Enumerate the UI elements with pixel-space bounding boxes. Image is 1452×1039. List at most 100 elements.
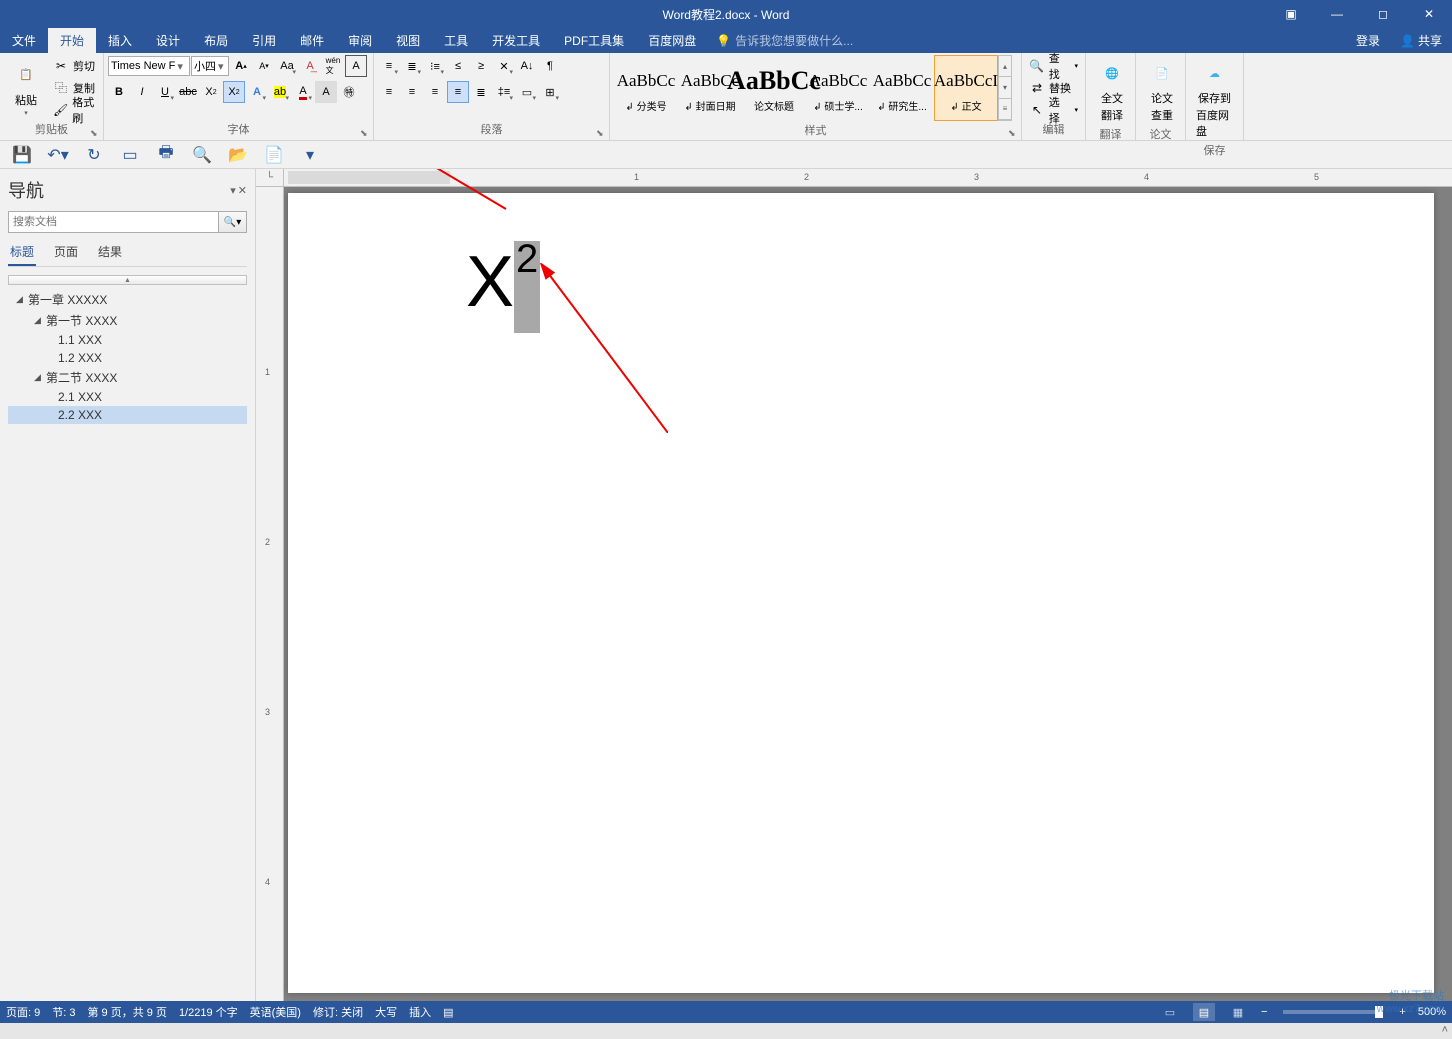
paste-button[interactable]: 📋 粘贴 ▾ bbox=[4, 57, 48, 119]
nav-node-2[interactable]: 1.1 XXX bbox=[8, 331, 247, 349]
justify-button[interactable]: ≡ bbox=[447, 81, 469, 103]
italic-button[interactable]: I bbox=[131, 81, 153, 103]
page[interactable]: X2 bbox=[288, 193, 1434, 993]
status-page[interactable]: 页面: 9 bbox=[6, 1004, 40, 1020]
login-button[interactable]: 登录 bbox=[1346, 32, 1390, 49]
tab-tools[interactable]: 工具 bbox=[432, 28, 480, 53]
qat-redo-icon[interactable]: ↻ bbox=[84, 145, 104, 165]
nav-node-0[interactable]: ◢第一章 XXXXX bbox=[8, 289, 247, 310]
status-word-count[interactable]: 1/2219 个字 bbox=[179, 1004, 238, 1020]
font-name-combo[interactable]: Times New F▾ bbox=[108, 56, 190, 76]
style-item-3[interactable]: AaBbCc↲ 硕士学... bbox=[806, 55, 870, 121]
zoom-level[interactable]: 500% bbox=[1418, 1006, 1446, 1018]
nav-tab-pages[interactable]: 页面 bbox=[52, 239, 80, 266]
save-cloud-button[interactable]: ☁保存到百度网盘 bbox=[1190, 55, 1239, 141]
align-center-button[interactable]: ≡ bbox=[401, 81, 423, 103]
nav-search-button[interactable]: 🔍▾ bbox=[218, 212, 246, 232]
web-layout-icon[interactable]: ▦ bbox=[1227, 1003, 1249, 1021]
zoom-in-button[interactable]: + bbox=[1399, 1006, 1405, 1018]
qat-print-icon[interactable]: 🖶 bbox=[156, 145, 176, 165]
asian-layout-button[interactable]: ✕ bbox=[493, 55, 515, 77]
tab-baidu[interactable]: 百度网盘 bbox=[636, 28, 708, 53]
shading-button[interactable]: ▭ bbox=[516, 81, 538, 103]
style-item-0[interactable]: AaBbCc↲ 分类号 bbox=[614, 55, 678, 121]
read-mode-icon[interactable]: ▭ bbox=[1159, 1003, 1181, 1021]
align-left-button[interactable]: ≡ bbox=[378, 81, 400, 103]
tab-pdf[interactable]: PDF工具集 bbox=[552, 28, 636, 53]
qat-open-icon[interactable]: 📂 bbox=[228, 145, 248, 165]
zoom-out-button[interactable]: − bbox=[1261, 1006, 1267, 1018]
tab-layout[interactable]: 布局 bbox=[192, 28, 240, 53]
font-size-combo[interactable]: 小四▾ bbox=[191, 56, 229, 76]
status-language[interactable]: 英语(美国) bbox=[250, 1004, 301, 1020]
qat-more-icon[interactable]: ▾ bbox=[300, 145, 320, 165]
nav-node-5[interactable]: 2.1 XXX bbox=[8, 388, 247, 406]
share-button[interactable]: 👤 共享 bbox=[1390, 32, 1452, 49]
decrease-indent-button[interactable]: ≤ bbox=[447, 55, 469, 77]
status-macro-icon[interactable]: ▤ bbox=[443, 1006, 453, 1019]
style-scroll-up[interactable]: ▴ bbox=[999, 56, 1011, 77]
sort-button[interactable]: A↓ bbox=[516, 55, 538, 77]
document-text[interactable]: X2 bbox=[466, 241, 540, 333]
nav-node-3[interactable]: 1.2 XXX bbox=[8, 349, 247, 367]
chevron-down-icon[interactable]: ◢ bbox=[34, 372, 46, 383]
increase-indent-button[interactable]: ≥ bbox=[470, 55, 492, 77]
borders-button[interactable]: ⊞ bbox=[539, 81, 561, 103]
show-marks-button[interactable]: ¶ bbox=[539, 55, 561, 77]
tab-view[interactable]: 视图 bbox=[384, 28, 432, 53]
bold-button[interactable]: B bbox=[108, 81, 130, 103]
tab-developer[interactable]: 开发工具 bbox=[480, 28, 552, 53]
find-button[interactable]: 🔍查找▾ bbox=[1026, 56, 1081, 76]
subscript-button[interactable]: X2 bbox=[200, 81, 222, 103]
qat-new-icon[interactable]: 📄 bbox=[264, 145, 284, 165]
clipboard-launcher[interactable] bbox=[90, 127, 102, 139]
chevron-down-icon[interactable]: ◢ bbox=[16, 294, 28, 305]
status-insert[interactable]: 插入 bbox=[409, 1004, 431, 1020]
status-section[interactable]: 节: 3 bbox=[52, 1004, 75, 1020]
bullets-button[interactable]: ≡ bbox=[378, 55, 400, 77]
nav-search-input[interactable] bbox=[9, 212, 218, 232]
line-spacing-button[interactable]: ‡≡ bbox=[493, 81, 515, 103]
char-shading-button[interactable]: A bbox=[315, 81, 337, 103]
shrink-font-button[interactable]: A▾ bbox=[253, 55, 275, 77]
thesis-check-button[interactable]: 📄论文查重 bbox=[1140, 55, 1184, 125]
underline-button[interactable]: U bbox=[154, 81, 176, 103]
nav-tab-results[interactable]: 结果 bbox=[96, 239, 124, 266]
format-painter-button[interactable]: 🖌格式刷 bbox=[50, 100, 99, 120]
collapse-ribbon-icon[interactable]: ˄ bbox=[1442, 1024, 1448, 1036]
status-page-of[interactable]: 第 9 页，共 9 页 bbox=[87, 1004, 166, 1020]
style-item-4[interactable]: AaBbCc↲ 研究生... bbox=[870, 55, 934, 121]
numbering-button[interactable]: ≣ bbox=[401, 55, 423, 77]
tab-design[interactable]: 设计 bbox=[144, 28, 192, 53]
nav-tab-headings[interactable]: 标题 bbox=[8, 239, 36, 266]
cut-button[interactable]: ✂剪切 bbox=[50, 56, 99, 76]
close-icon[interactable]: ✕ bbox=[1406, 0, 1452, 28]
print-layout-icon[interactable]: ▤ bbox=[1193, 1003, 1215, 1021]
zoom-slider[interactable] bbox=[1283, 1010, 1383, 1014]
qat-preview-icon[interactable]: 🔍 bbox=[192, 145, 212, 165]
qat-undo-icon[interactable]: ↶▾ bbox=[48, 145, 68, 165]
clear-format-button[interactable]: A͢ bbox=[299, 55, 321, 77]
enclose-char-button[interactable]: ㊕ bbox=[338, 81, 360, 103]
superscript-button[interactable]: X2 bbox=[223, 81, 245, 103]
qat-save-icon[interactable]: 💾 bbox=[12, 145, 32, 165]
paragraph-launcher[interactable] bbox=[596, 127, 608, 139]
nav-search-box[interactable]: 🔍▾ bbox=[8, 211, 247, 233]
styles-launcher[interactable] bbox=[1008, 127, 1020, 139]
strikethrough-button[interactable]: abc bbox=[177, 81, 199, 103]
style-item-5[interactable]: AaBbCcI↲ 正文 bbox=[934, 55, 998, 121]
status-caps[interactable]: 大写 bbox=[375, 1004, 397, 1020]
select-button[interactable]: ↖选择▾ bbox=[1026, 100, 1081, 120]
nav-collapse-bar[interactable]: ▲ bbox=[8, 275, 247, 285]
font-launcher[interactable] bbox=[360, 127, 372, 139]
font-color-button[interactable]: A bbox=[292, 81, 314, 103]
tab-file[interactable]: 文件 bbox=[0, 28, 48, 53]
char-border-button[interactable]: A bbox=[345, 55, 367, 77]
horizontal-ruler[interactable]: 1 2 3 4 5 bbox=[284, 169, 1452, 187]
style-scroll-down[interactable]: ▾ bbox=[999, 77, 1011, 98]
distribute-button[interactable]: ≣ bbox=[470, 81, 492, 103]
style-more[interactable]: ≡ bbox=[999, 99, 1011, 120]
maximize-icon[interactable]: ◻ bbox=[1360, 0, 1406, 28]
vertical-ruler[interactable]: 1 2 3 4 5 bbox=[256, 187, 284, 1001]
tab-review[interactable]: 审阅 bbox=[336, 28, 384, 53]
